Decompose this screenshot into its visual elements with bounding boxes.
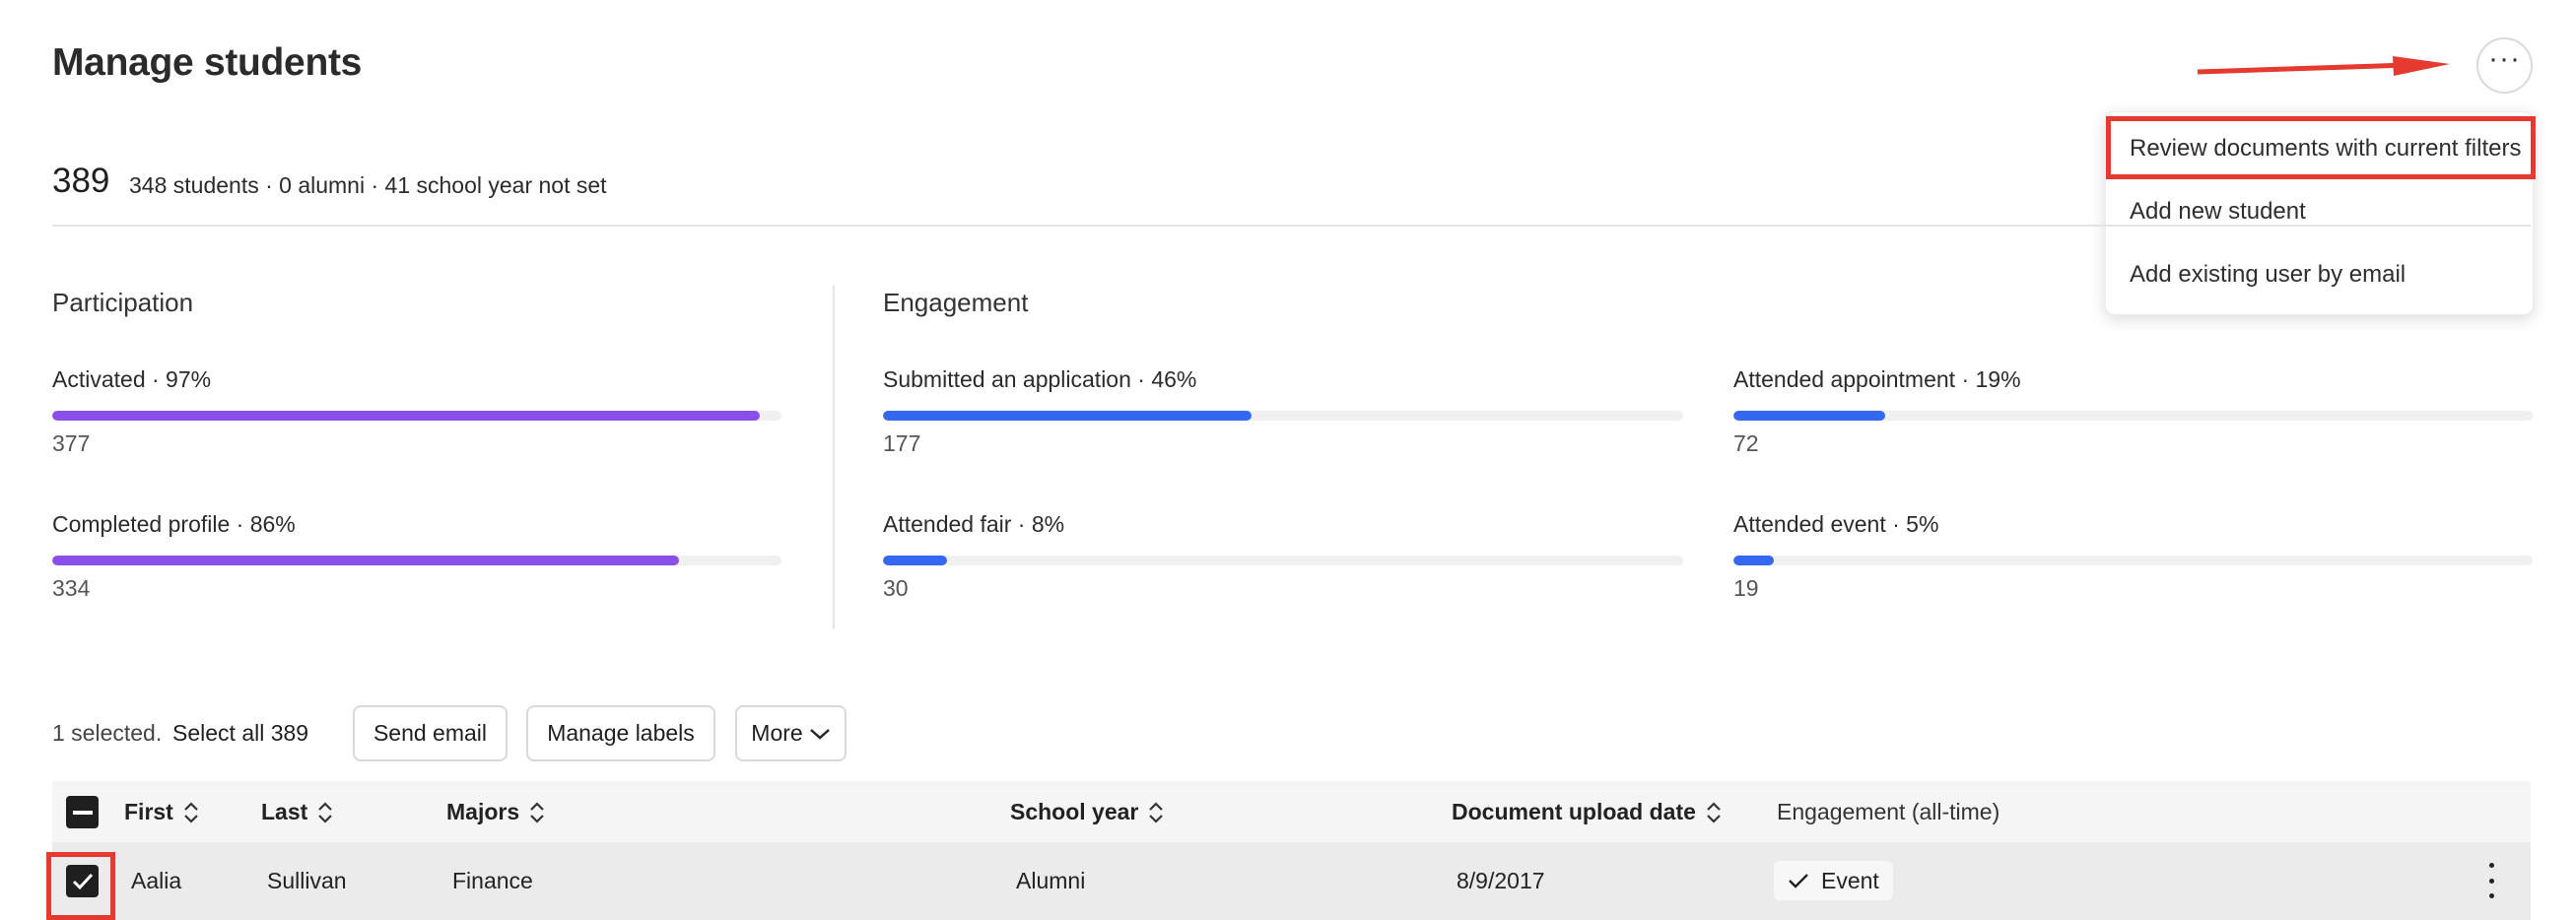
divider [52,225,2531,227]
metric-label: Submitted an application · 46% [883,366,1197,392]
annotation-highlight-box [46,852,115,920]
progress-bar [883,411,1683,421]
count-breakdown: 348 students · 0 alumni · 41 school year… [129,172,607,198]
cell-document-upload-date: 8/9/2017 [1457,868,1545,893]
progress-bar [883,556,1683,565]
column-header-engagement: Engagement (all-time) [1777,799,2000,825]
column-header-label: Last [261,799,308,824]
more-actions-label: More [751,720,803,746]
total-count: 389 [52,162,110,200]
cell-school-year: Alumni [1016,868,1086,893]
cell-majors: Finance [452,868,533,893]
more-actions-button[interactable]: More [735,705,847,761]
more-options-menu: Review documents with current filters Ad… [2105,111,2536,315]
sort-icon [530,801,544,823]
progress-fill [883,556,947,565]
column-header-label: Document upload date [1452,799,1696,824]
indeterminate-icon [72,810,93,815]
metric-count: 177 [883,430,921,456]
menu-item-add-existing-user[interactable]: Add existing user by email [2130,261,2406,289]
send-email-label: Send email [373,720,488,746]
selected-count: 1 selected. [52,720,163,746]
table-header [52,781,2531,842]
progress-bar [52,556,781,565]
column-header-label: First [124,799,173,824]
metric-count: 19 [1733,575,1759,601]
manage-labels-button[interactable]: Manage labels [526,705,715,761]
annotation-highlight-box [2106,116,2536,179]
progress-fill [52,556,680,565]
progress-fill [52,411,760,421]
menu-item-add-new-student[interactable]: Add new student [2130,198,2306,226]
column-header-label: Majors [446,799,520,824]
engagement-chip-label: Event [1821,867,1879,893]
chevron-down-icon [809,728,830,740]
metric-count: 72 [1733,430,1759,456]
column-header-last[interactable]: Last [261,799,333,825]
sort-icon [1149,801,1164,823]
send-email-button[interactable]: Send email [353,705,508,761]
sort-icon [1707,801,1721,823]
sort-icon [318,801,333,823]
progress-bar [52,411,781,421]
engagement-chip: Event [1774,861,1893,900]
metric-label: Attended fair · 8% [883,511,1065,537]
column-header-school-year[interactable]: School year [1010,799,1164,825]
column-header-first[interactable]: First [124,799,199,825]
more-options-button[interactable]: ··· [2476,37,2533,94]
select-all-checkbox[interactable] [66,796,99,828]
metric-count: 30 [883,575,909,601]
metric-count: 377 [52,430,91,456]
cell-first: Aalia [131,868,182,893]
column-header-document-upload-date[interactable]: Document upload date [1452,799,1722,825]
metric-label: Completed profile · 86% [52,511,296,537]
sort-icon [184,801,198,823]
metric-label: Attended appointment · 19% [1733,366,2021,392]
progress-bar [1733,556,2533,565]
progress-fill [883,411,1252,421]
column-header-label: Engagement (all-time) [1777,799,2000,824]
page-title: Manage students [52,41,363,84]
section-divider [833,286,835,628]
cell-last: Sullivan [267,868,347,893]
metric-count: 334 [52,575,91,601]
manage-labels-label: Manage labels [547,720,695,746]
participation-title: Participation [52,288,194,317]
check-icon [1789,874,1808,888]
progress-bar [1733,411,2533,421]
progress-fill [1733,411,1886,421]
column-header-label: School year [1010,799,1139,824]
metric-label: Activated · 97% [52,366,212,392]
table-row[interactable] [52,842,2531,920]
more-options-icon: ··· [2488,41,2521,75]
select-all-link[interactable]: Select all 389 [172,720,308,747]
annotation-arrow [2197,56,2450,76]
metric-label: Attended event · 5% [1733,511,1939,537]
progress-fill [1733,556,1774,565]
row-actions-kebab-icon[interactable] [2481,863,2501,898]
column-header-majors[interactable]: Majors [446,799,545,825]
engagement-title: Engagement [883,288,1029,317]
